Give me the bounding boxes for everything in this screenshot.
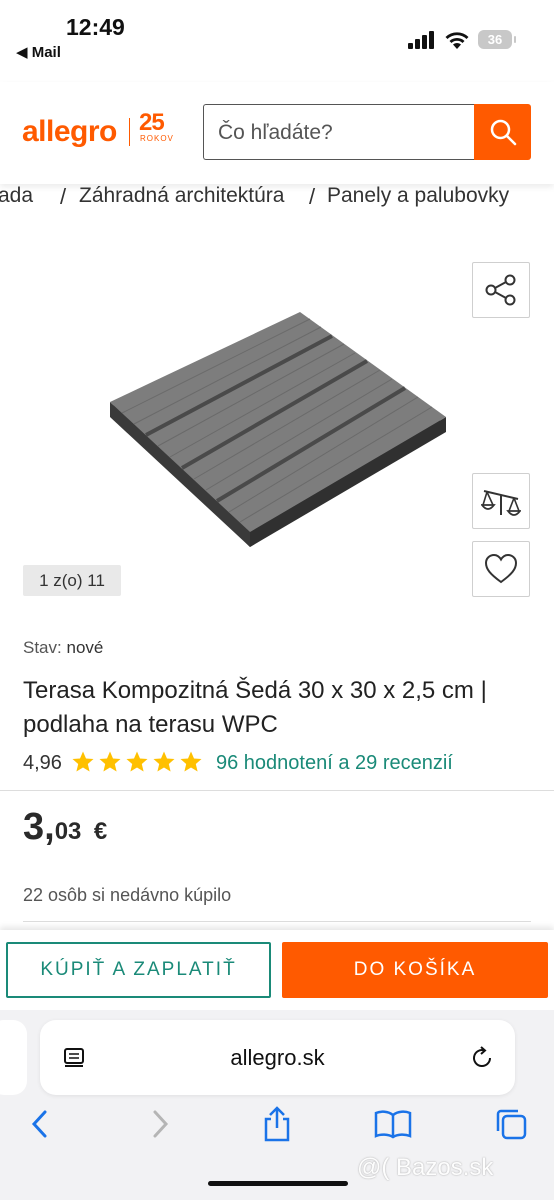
- share-sheet-icon: [264, 1106, 290, 1142]
- condition-label: Stav:: [23, 638, 62, 657]
- search-icon: [490, 119, 516, 146]
- star-icon: [99, 751, 121, 772]
- forward-button[interactable]: [140, 1104, 180, 1144]
- bookmarks-button[interactable]: [373, 1104, 413, 1144]
- wifi-icon: [445, 32, 469, 49]
- watermark: @( Bazos.sk: [357, 1154, 494, 1181]
- product-image: [110, 312, 446, 547]
- status-time: 12:49: [66, 14, 125, 40]
- star-icon: [126, 751, 148, 772]
- status-icons: 36: [408, 30, 516, 49]
- book-icon: [374, 1110, 412, 1139]
- breadcrumb-item[interactable]: Panely a palubovky: [327, 184, 509, 208]
- share-button[interactable]: [472, 262, 530, 318]
- buy-now-button[interactable]: KÚPIŤ A ZAPLATIŤ: [6, 942, 271, 998]
- reload-icon[interactable]: [470, 1046, 494, 1070]
- back-button[interactable]: [20, 1104, 60, 1144]
- condition: Stav: nové: [23, 638, 103, 658]
- star-icon: [72, 751, 94, 772]
- logo-divider: [129, 118, 130, 146]
- favorite-button[interactable]: [472, 541, 530, 597]
- site-header: allegro 25 ROKOV Čo hľadáte?: [0, 82, 554, 184]
- star-icon: [180, 751, 202, 772]
- logo-anniversary-sub: ROKOV: [140, 134, 174, 143]
- cellular-signal-icon: [408, 30, 434, 49]
- address-bar[interactable]: allegro.sk: [40, 1020, 515, 1095]
- back-to-mail-link[interactable]: ◀ Mail: [16, 43, 61, 61]
- condition-value: nové: [66, 638, 104, 657]
- action-bar: KÚPIŤ A ZAPLATIŤ DO KOŠÍKA: [0, 930, 554, 1010]
- breadcrumb-separator: /: [309, 184, 316, 209]
- recent-buyers: 22 osôb si nedávno kúpilo: [23, 885, 232, 905]
- reviews-link[interactable]: 96 hodnotení a 29 recenzií: [216, 752, 453, 775]
- logo-anniversary-badge: 25: [139, 109, 165, 136]
- breadcrumb-item[interactable]: ada: [0, 184, 33, 208]
- price: 3,03 €: [23, 806, 107, 849]
- price-integer: 3,: [23, 806, 55, 848]
- share-icon: [485, 274, 516, 306]
- star-icon: [153, 751, 175, 772]
- search-placeholder: Čo hľadáte?: [218, 121, 333, 144]
- search-input[interactable]: Čo hľadáte?: [203, 104, 476, 160]
- chevron-right-icon: [153, 1110, 169, 1138]
- image-counter: 1 z(o) 11: [23, 565, 121, 596]
- home-indicator: [208, 1181, 348, 1186]
- breadcrumb-item[interactable]: Záhradná architektúra: [79, 184, 284, 208]
- price-currency: €: [93, 818, 108, 845]
- rating-value: 4,96: [23, 752, 62, 774]
- tabs-button[interactable]: [491, 1104, 531, 1144]
- divider: [23, 921, 531, 922]
- search-button[interactable]: [474, 104, 531, 160]
- compare-button[interactable]: [472, 473, 530, 529]
- divider: [0, 790, 554, 791]
- rating-stars: [71, 750, 203, 774]
- url-text: allegro.sk: [230, 1045, 325, 1070]
- share-page-button[interactable]: [257, 1104, 297, 1144]
- allegro-logo[interactable]: allegro: [22, 115, 117, 149]
- tabs-icon: [496, 1109, 527, 1140]
- browser-toolbar: allegro.sk @( Bazos.sk: [0, 1010, 554, 1200]
- breadcrumb: ada / Záhradná architektúra / Panely a p…: [0, 184, 554, 212]
- price-decimal: 03: [54, 818, 82, 845]
- breadcrumb-separator: /: [60, 184, 67, 209]
- previous-tab-preview[interactable]: [0, 1020, 27, 1095]
- product-title: Terasa Kompozitná Šedá 30 x 30 x 2,5 cm …: [23, 677, 487, 738]
- chevron-left-icon: [31, 1110, 47, 1138]
- scale-compare-icon: [481, 490, 521, 516]
- add-to-cart-button[interactable]: DO KOŠÍKA: [282, 942, 548, 998]
- heart-icon: [484, 553, 518, 584]
- battery-icon: 36: [478, 30, 516, 49]
